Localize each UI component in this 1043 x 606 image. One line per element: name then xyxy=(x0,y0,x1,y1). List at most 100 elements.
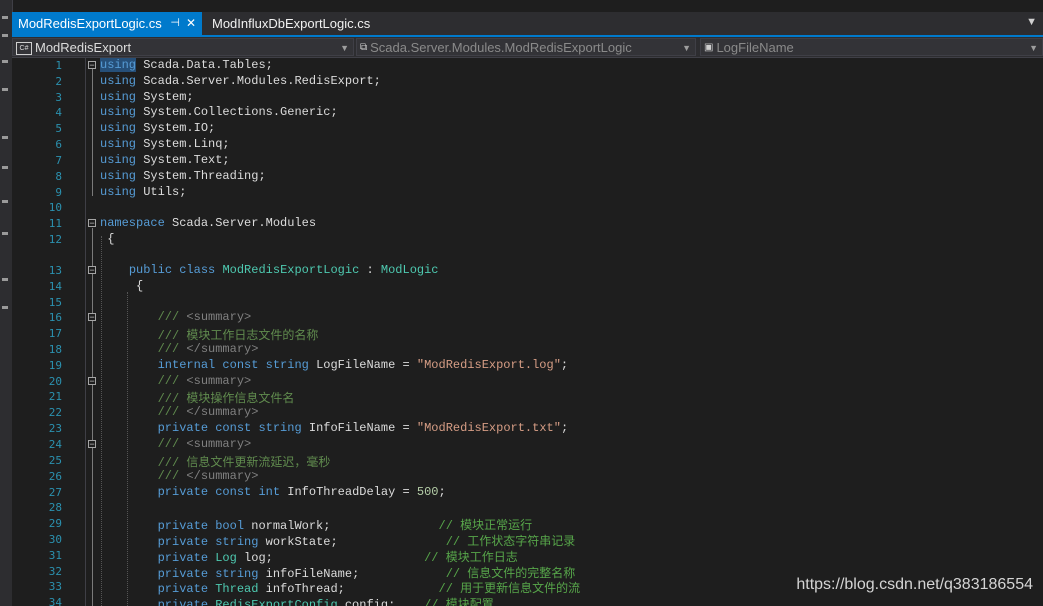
field-name: config; xyxy=(344,598,396,606)
keyword: private xyxy=(157,551,209,565)
fold-toggle-icon[interactable]: − xyxy=(88,440,96,449)
code-line: /// <summary> xyxy=(100,310,252,324)
brace: { xyxy=(136,279,144,293)
member-dropdown-value: LogFileName xyxy=(716,40,794,55)
line-number: 3 xyxy=(55,91,62,104)
code-line: private const string InfoFileName = "Mod… xyxy=(100,421,569,435)
namespace-ref: Scada.Data.Tables; xyxy=(143,58,273,72)
close-icon[interactable]: ✕ xyxy=(186,12,196,35)
line-number: 32 xyxy=(48,565,62,578)
fold-toggle-icon[interactable]: − xyxy=(88,266,96,275)
line-number: 19 xyxy=(48,359,62,372)
code-line: private const int InfoThreadDelay = 500; xyxy=(100,485,446,499)
code-line: using System; xyxy=(100,90,194,104)
chevron-down-icon: ▼ xyxy=(1029,43,1038,53)
toolbox-glyph xyxy=(2,16,8,19)
code-line: { xyxy=(100,232,114,246)
field-name: LogFileName xyxy=(316,358,396,372)
line-comment: // 模块工作日志 xyxy=(424,551,518,565)
fold-toggle-icon[interactable]: − xyxy=(88,219,96,228)
keyword: private xyxy=(157,535,209,549)
tab-label: ModRedisExportLogic.cs xyxy=(18,16,162,31)
field-name: InfoThreadDelay xyxy=(287,485,396,499)
class-dropdown[interactable]: ⧉ Scada.Server.Modules.ModRedisExportLogi… xyxy=(356,38,696,56)
doc-comment: /// xyxy=(157,342,180,356)
namespace-ref: System.Linq; xyxy=(143,137,230,151)
keyword: public xyxy=(128,263,173,277)
code-line: /// <summary> xyxy=(100,437,252,451)
tab-label: ModInfluxDbExportLogic.cs xyxy=(212,16,371,31)
class-name: ModRedisExportLogic xyxy=(222,263,360,277)
keyword: using xyxy=(100,58,137,72)
doc-comment: /// xyxy=(157,437,180,451)
doc-comment: /// xyxy=(157,329,180,343)
doc-tag: <summary> xyxy=(186,374,252,388)
project-dropdown[interactable]: C# ModRedisExport ▼ xyxy=(12,38,354,56)
code-line: namespace Scada.Server.Modules xyxy=(100,216,316,230)
code-line: /// 信息文件更新流延迟，毫秒 xyxy=(100,453,331,470)
doc-comment: /// xyxy=(157,469,180,483)
toolbox-glyph xyxy=(2,166,8,169)
doc-comment: /// xyxy=(157,405,180,419)
code-line: using System.IO; xyxy=(100,121,215,135)
field-icon: ▣ xyxy=(704,42,714,53)
line-comment: // 工作状态字符串记录 xyxy=(445,535,576,549)
code-line: private RedisExportConfig config; // 模块配… xyxy=(100,595,494,606)
code-editor[interactable]: 1 2 3 4 5 6 7 8 9 10 11 12 13 14 15 16 17 18 19 20 21 22 23 24 2… xyxy=(12,58,1043,606)
pin-icon[interactable]: ⊣ xyxy=(170,12,180,35)
doc-comment-text: 模块操作信息文件名 xyxy=(186,392,295,406)
member-dropdown[interactable]: ▣ LogFileName ▼ xyxy=(700,38,1043,56)
code-line: private string workState; // 工作状态字符串记录 xyxy=(100,532,576,549)
keyword: const xyxy=(215,421,252,435)
line-comment: // 模块配置 xyxy=(424,598,494,606)
line-number: 27 xyxy=(48,486,62,499)
namespace-ref: System.Collections.Generic; xyxy=(143,105,338,119)
tab-modinfluxdbexportlogic[interactable]: ModInfluxDbExportLogic.cs xyxy=(206,12,376,35)
operator: = xyxy=(402,358,410,372)
line-number: 7 xyxy=(55,154,62,167)
tab-overflow-dropdown-icon[interactable]: ▼ xyxy=(1026,16,1037,28)
toolbox-glyph xyxy=(2,232,8,235)
operator: = xyxy=(402,421,410,435)
toolbox-glyph xyxy=(2,136,8,139)
namespace-ref: System.Threading; xyxy=(143,169,266,183)
csharp-project-icon: C# xyxy=(16,42,32,55)
namespace-ref: Utils; xyxy=(143,185,187,199)
keyword: using xyxy=(100,90,137,104)
code-line: using System.Threading; xyxy=(100,169,266,183)
operator: = xyxy=(402,485,410,499)
class-icon: ⧉ xyxy=(360,42,368,53)
line-number: 5 xyxy=(55,122,62,135)
line-number: 23 xyxy=(48,422,62,435)
line-number: 33 xyxy=(48,580,62,593)
line-number: 28 xyxy=(48,501,62,514)
keyword: const xyxy=(222,358,259,372)
line-number: 22 xyxy=(48,406,62,419)
line-number: 25 xyxy=(48,454,62,467)
keyword: using xyxy=(100,137,137,151)
type-name: Log xyxy=(215,551,237,565)
code-line: using Scada.Server.Modules.RedisExport; xyxy=(100,74,381,88)
line-number: 8 xyxy=(55,170,62,183)
field-name: workState; xyxy=(265,535,338,549)
toolbox-glyph xyxy=(2,278,8,281)
fold-toggle-icon[interactable]: − xyxy=(88,377,96,386)
chevron-down-icon: ▼ xyxy=(682,43,691,53)
code-line: using Scada.Data.Tables; xyxy=(100,58,273,72)
code-line: internal const string LogFileName = "Mod… xyxy=(100,358,569,372)
fold-toggle-icon[interactable]: − xyxy=(88,61,96,70)
code-line: using System.Linq; xyxy=(100,137,230,151)
code-line: using System.Text; xyxy=(100,153,230,167)
outline-bar xyxy=(92,228,93,606)
number-literal: 500 xyxy=(416,485,439,499)
line-number: 12 xyxy=(48,233,62,246)
tab-modredisexportlogic[interactable]: ModRedisExportLogic.cs ⊣ ✕ xyxy=(12,12,202,35)
line-number: 17 xyxy=(48,327,62,340)
line-number: 1 xyxy=(55,59,62,72)
line-number: 2 xyxy=(55,75,62,88)
project-dropdown-value: ModRedisExport xyxy=(35,40,132,55)
fold-toggle-icon[interactable]: − xyxy=(88,313,96,322)
field-name: log; xyxy=(244,551,273,565)
watermark-url: https://blog.csdn.net/q383186554 xyxy=(796,576,1033,593)
line-number: 29 xyxy=(48,517,62,530)
